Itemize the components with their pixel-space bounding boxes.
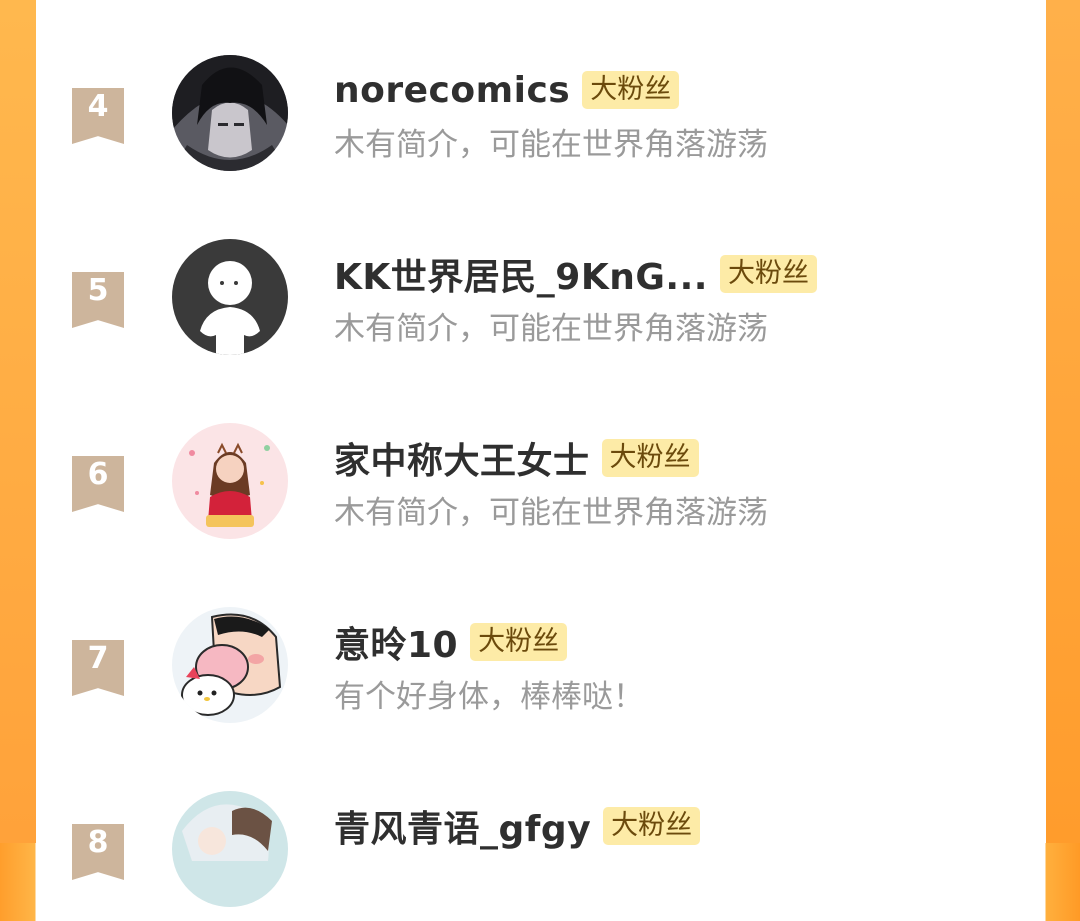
right-orange-border [1046, 0, 1080, 843]
big-fan-badge: 大粉丝 [470, 623, 568, 661]
list-item[interactable]: 6 家中称大王女士 大粉丝 木有简介，可能在世界角落游荡 [36, 423, 1046, 553]
big-fan-badge: 大粉丝 [601, 439, 699, 477]
avatar[interactable] [172, 423, 288, 539]
fan-bio: 木有简介，可能在世界角落游荡 [334, 495, 768, 531]
anime-boy-avatar-icon [172, 55, 288, 171]
fan-name-line: 家中称大王女士 大粉丝 [334, 433, 699, 483]
default-user-avatar-icon [172, 239, 288, 355]
list-item[interactable]: 4 norecomics 大粉丝 木有简介，可能在世界角落游荡 [36, 55, 1046, 185]
fan-name[interactable]: 青风青语_gfgy [334, 800, 591, 852]
fan-name-line: KK世界居民_9KnG... 大粉丝 [334, 249, 817, 299]
crayon-shin-chan-avatar-icon [172, 607, 288, 723]
fan-name[interactable]: 家中称大王女士 [334, 432, 590, 484]
fan-bio: 木有简介，可能在世界角落游荡 [334, 127, 768, 163]
rank-ribbon: 4 [72, 88, 124, 144]
avatar[interactable] [172, 55, 288, 171]
list-item[interactable]: 7 意昤10 大粉丝 有个好身体，棒棒哒！ [36, 607, 1046, 737]
big-fan-badge: 大粉丝 [582, 71, 680, 109]
avatar[interactable] [172, 791, 288, 907]
fan-name[interactable]: KK世界居民_9KnG... [334, 248, 708, 300]
fan-ranking-list[interactable]: 4 norecomics 大粉丝 木有简介，可能在世界角落游荡 5 KK世界居民… [36, 0, 1046, 907]
left-orange-border [0, 0, 36, 843]
rank-ribbon: 8 [72, 824, 124, 880]
avatar[interactable] [172, 239, 288, 355]
fan-name-line: 青风青语_gfgy 大粉丝 [334, 800, 701, 852]
list-item[interactable]: 8 青风青语_gfgy 大粉丝 [36, 791, 1046, 921]
fan-name[interactable]: norecomics [334, 70, 570, 111]
big-fan-badge: 大粉丝 [719, 255, 817, 293]
big-fan-badge: 大粉丝 [603, 807, 701, 845]
rank-ribbon: 7 [72, 640, 124, 696]
fan-bio: 有个好身体，棒棒哒！ [334, 679, 644, 715]
avatar[interactable] [172, 607, 288, 723]
list-item[interactable]: 5 KK世界居民_9KnG... 大粉丝 木有简介，可能在世界角落游荡 [36, 239, 1046, 369]
anime-pastel-avatar-icon [172, 791, 288, 907]
rank-ribbon: 6 [72, 456, 124, 512]
fan-name-line: 意昤10 大粉丝 [334, 616, 568, 668]
fan-name-line: norecomics 大粉丝 [334, 65, 680, 115]
rank-ribbon: 5 [72, 272, 124, 328]
fan-bio: 木有简介，可能在世界角落游荡 [334, 311, 768, 347]
cartoon-girl-avatar-icon [172, 423, 288, 539]
fan-name[interactable]: 意昤10 [334, 616, 458, 668]
